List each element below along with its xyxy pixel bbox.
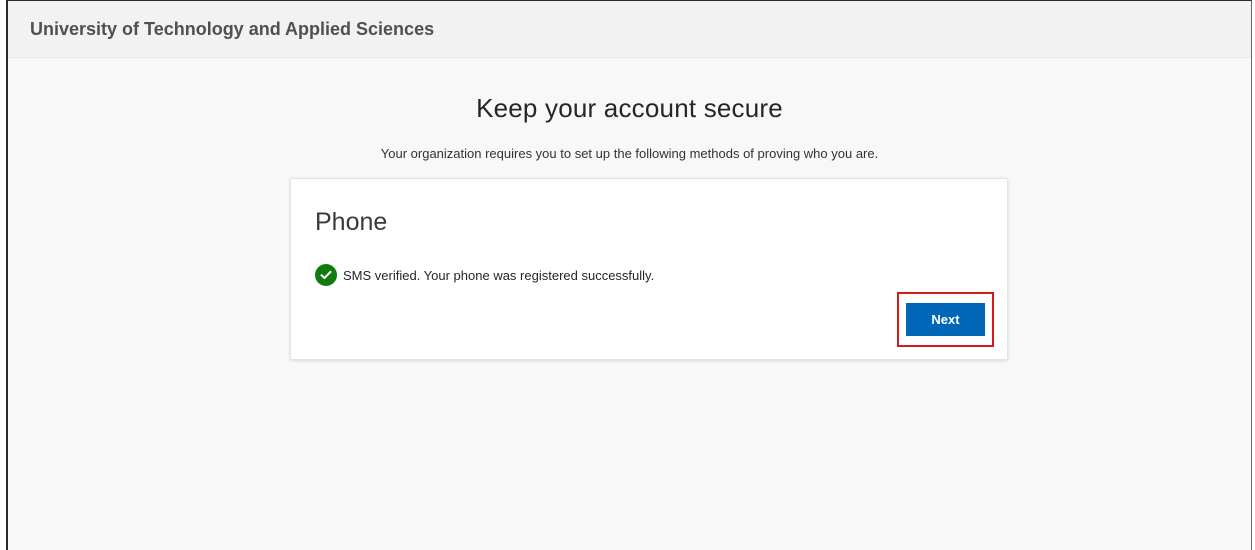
check-circle-icon (315, 264, 337, 286)
org-name: University of Technology and Applied Sci… (30, 18, 435, 39)
method-card: Phone SMS verified. Your phone was regis… (290, 178, 1008, 360)
page-title: Keep your account secure (476, 93, 783, 123)
card-title: Phone (315, 208, 388, 236)
browser-frame: University of Technology and Applied Sci… (6, 0, 1252, 550)
status-text: SMS verified. Your phone was registered … (343, 267, 655, 283)
page-subtitle: Your organization requires you to set up… (380, 146, 879, 161)
org-header: University of Technology and Applied Sci… (8, 1, 1251, 58)
status-message: SMS verified. Your phone was registered … (315, 264, 654, 286)
next-button-highlight: Next (897, 292, 994, 347)
next-button[interactable]: Next (906, 303, 985, 336)
